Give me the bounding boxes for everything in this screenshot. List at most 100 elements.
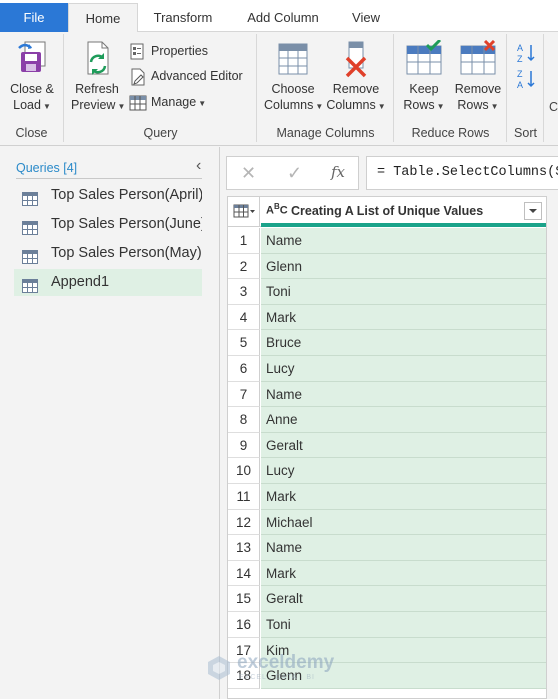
row-number[interactable]: 5 — [228, 330, 260, 356]
remove-columns-label-1: Remove — [332, 82, 380, 96]
keep-rows-button[interactable]: Keep Rows ▼ — [399, 40, 449, 115]
cell-value[interactable]: Mark — [261, 560, 546, 587]
row-number[interactable]: 6 — [228, 356, 260, 382]
collapse-pane-icon[interactable]: ‹ — [196, 157, 201, 175]
cell-value[interactable]: Glenn — [261, 253, 546, 280]
row-number[interactable]: 1 — [228, 228, 260, 254]
table-row[interactable]: 2 Glenn — [228, 253, 546, 280]
table-row[interactable]: 3 Toni — [228, 279, 546, 305]
remove-columns-label-2: Columns ▼ — [326, 97, 386, 115]
sort-group-label: Sort — [514, 126, 537, 140]
query-item-top-sales-person-may[interactable]: Top Sales Person(May) — [14, 240, 202, 267]
table-row[interactable]: 13 Name — [228, 535, 546, 561]
remove-columns-button[interactable]: Remove Columns ▼ — [326, 40, 386, 115]
cell-value[interactable]: Mark — [261, 304, 546, 331]
row-number[interactable]: 8 — [228, 407, 260, 433]
refresh-preview-label-2: Preview ▼ — [71, 97, 125, 115]
chevron-down-icon: ▼ — [198, 99, 207, 108]
row-number[interactable]: 7 — [228, 381, 260, 408]
table-row[interactable]: 14 Mark — [228, 560, 546, 587]
advanced-editor-icon — [131, 68, 145, 86]
tab-home[interactable]: Home — [68, 3, 138, 32]
cell-value[interactable]: Mark — [261, 484, 546, 510]
tab-add-column[interactable]: Add Column — [238, 4, 328, 32]
cell-value[interactable]: Glenn — [261, 663, 546, 689]
sort-ascending-button[interactable]: A Z — [514, 42, 538, 67]
table-row[interactable]: 12 Michael — [228, 509, 546, 536]
choose-columns-label-2-text: Columns — [264, 98, 314, 112]
table-row[interactable]: 5 Bruce — [228, 330, 546, 356]
table-row[interactable]: 7 Name — [228, 381, 546, 408]
properties-button[interactable]: Properties — [129, 40, 208, 62]
row-number[interactable]: 15 — [228, 586, 260, 612]
cell-value[interactable]: Lucy — [261, 356, 546, 382]
cell-value[interactable]: Michael — [261, 509, 546, 536]
close-and-load-label-1: Close & — [10, 82, 54, 96]
table-row[interactable]: 11 Mark — [228, 484, 546, 510]
cell-value[interactable]: Lucy — [261, 458, 546, 484]
table-menu-button[interactable] — [228, 197, 260, 227]
cell-value[interactable]: Anne — [261, 407, 546, 433]
table-row[interactable]: 15 Geralt — [228, 586, 546, 612]
formula-input[interactable]: = Table.SelectColumns(S — [366, 156, 558, 190]
text-type-icon[interactable]: ABC — [266, 202, 288, 217]
table-row[interactable]: 10 Lucy — [228, 458, 546, 484]
column-filter-button[interactable] — [524, 202, 542, 220]
choose-columns-button[interactable]: Choose Columns ▼ — [264, 40, 323, 115]
refresh-preview-button[interactable]: Refresh Preview ▼ — [71, 40, 125, 115]
query-item-top-sales-person-june[interactable]: Top Sales Person(June) — [14, 211, 202, 238]
row-number[interactable]: 12 — [228, 509, 260, 536]
cell-value[interactable]: Kim — [261, 637, 546, 664]
row-number[interactable]: 4 — [228, 304, 260, 331]
row-number[interactable]: 14 — [228, 560, 260, 587]
table-row[interactable]: 17 Kim — [228, 637, 546, 664]
cancel-icon[interactable]: ✕ — [241, 163, 256, 184]
chevron-down-icon: ▼ — [42, 102, 51, 111]
tab-transform[interactable]: Transform — [146, 4, 220, 32]
cell-value[interactable]: Geralt — [261, 432, 546, 459]
queries-pane: Queries [4] ‹ Top Sales Person(April) To… — [0, 147, 220, 699]
table-row[interactable]: 1 Name — [228, 228, 546, 254]
query-item-label: Top Sales Person(April) — [51, 187, 202, 203]
row-number[interactable]: 16 — [228, 612, 260, 638]
row-number[interactable]: 10 — [228, 458, 260, 484]
table-row[interactable]: 8 Anne — [228, 407, 546, 433]
remove-columns-icon — [345, 41, 367, 78]
row-number[interactable]: 17 — [228, 637, 260, 664]
cell-value[interactable]: Toni — [261, 279, 546, 305]
remove-rows-button[interactable]: Remove Rows ▼ — [451, 40, 505, 115]
table-row[interactable]: 18 Glenn — [228, 663, 546, 689]
ribbon-tab-bar: File Home Transform Add Column View — [0, 0, 558, 32]
table-row[interactable]: 6 Lucy — [228, 356, 546, 382]
cell-value[interactable]: Geralt — [261, 586, 546, 612]
cell-value[interactable]: Name — [261, 381, 546, 408]
checkmark-icon[interactable]: ✓ — [287, 163, 302, 184]
manage-button[interactable]: Manage ▼ — [129, 91, 206, 113]
cell-value[interactable]: Toni — [261, 612, 546, 638]
tab-view[interactable]: View — [344, 4, 388, 32]
row-number[interactable]: 13 — [228, 535, 260, 561]
cell-value[interactable]: Name — [261, 535, 546, 561]
query-item-top-sales-person-april[interactable]: Top Sales Person(April) — [14, 182, 202, 209]
row-number[interactable]: 3 — [228, 279, 260, 305]
advanced-editor-button[interactable]: Advanced Editor — [129, 65, 243, 87]
table-row[interactable]: 9 Geralt — [228, 432, 546, 459]
row-number[interactable]: 18 — [228, 663, 260, 689]
fx-icon[interactable]: fx — [331, 163, 345, 181]
row-number[interactable]: 2 — [228, 253, 260, 280]
reduce-rows-group: Keep Rows ▼ Remove Rows ▼ Reduce Rows — [395, 34, 507, 142]
query-item-label: Append1 — [51, 274, 110, 290]
close-and-load-button[interactable]: Close & Load ▼ — [4, 40, 60, 115]
sort-descending-button[interactable]: Z A — [514, 68, 538, 93]
row-number[interactable]: 9 — [228, 432, 260, 459]
formula-buttons: ✕ ✓ fx — [226, 156, 359, 190]
table-row[interactable]: 4 Mark — [228, 304, 546, 331]
manage-columns-group: Choose Columns ▼ Remove Columns ▼ Manage C… — [258, 34, 394, 142]
query-item-append1[interactable]: Append1 — [14, 269, 202, 296]
close-group: Close & Load ▼ Close — [0, 34, 64, 142]
row-number[interactable]: 11 — [228, 484, 260, 510]
table-row[interactable]: 16 Toni — [228, 612, 546, 638]
cell-value[interactable]: Bruce — [261, 330, 546, 356]
tab-file[interactable]: File — [0, 3, 68, 32]
cell-value[interactable]: Name — [261, 228, 546, 254]
